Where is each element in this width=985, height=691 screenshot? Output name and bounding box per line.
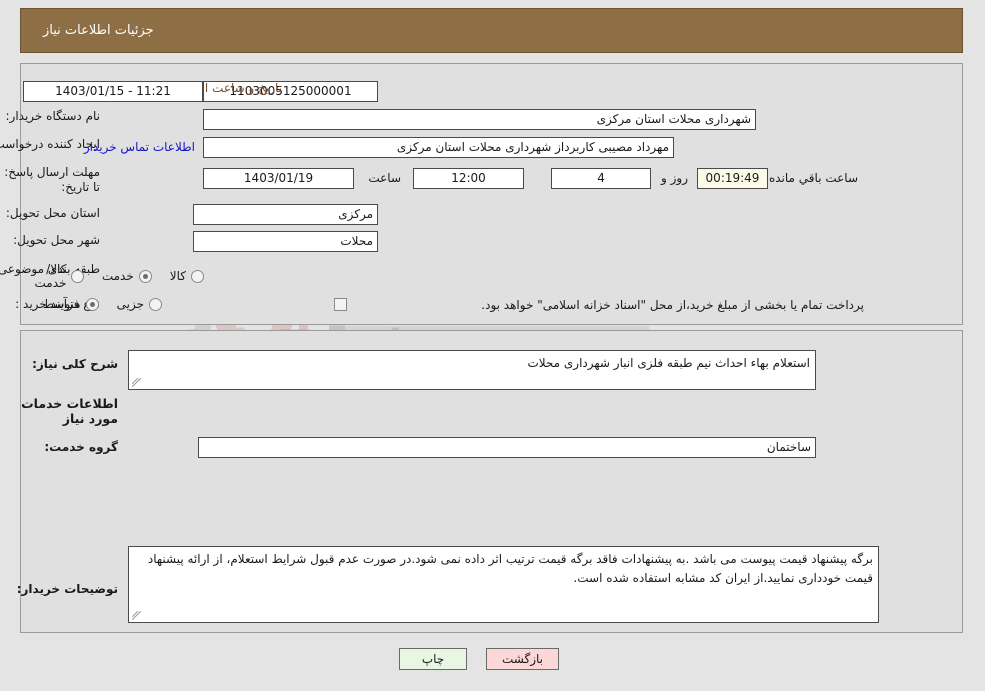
- public-announce-value: 11:21 - 1403/01/15: [24, 81, 204, 102]
- service-group-value: ساختمان: [199, 437, 817, 458]
- back-button[interactable]: بازگشت: [487, 648, 560, 670]
- radio-kala-khedmat-icon[interactable]: [72, 269, 85, 283]
- buyer-contact-link[interactable]: اطلاعات تماس خریدار: [85, 140, 196, 154]
- summary-label: شرح کلی نیاز:: [33, 357, 119, 371]
- resize-grip-icon[interactable]: [133, 378, 142, 387]
- treasury-bonds-checkbox[interactable]: [335, 298, 348, 311]
- classification-option-khedmat[interactable]: خدمت: [103, 269, 153, 283]
- treasury-bonds-label: پرداخت تمام یا بخشی از مبلغ خرید،از محل …: [482, 298, 865, 312]
- deadline-date-value: 1403/01/19: [204, 168, 355, 189]
- buyer-org-row: نام دستگاه خریدار:: [7, 109, 102, 123]
- city-row: شهر محل تحویل:: [14, 233, 101, 247]
- deadline-countdown-label: ساعت باقي مانده: [769, 171, 859, 185]
- purchase-type-option-motavaset[interactable]: متوسط: [44, 297, 100, 311]
- province-value: مرکزی: [194, 204, 379, 225]
- city-label: شهر محل تحویل:: [14, 233, 101, 247]
- city-value: محلات: [194, 231, 379, 252]
- classification-options: کالا خدمت کالا/خدمت: [0, 262, 205, 290]
- summary-value: استعلام بهاء احداث نیم طبقه فلزی انبار ش…: [528, 356, 811, 370]
- province-row: استان محل تحویل:: [7, 206, 101, 220]
- purchase-type-option-jozi[interactable]: جزیی: [118, 297, 163, 311]
- page-title: جزئیات اطلاعات نیاز: [44, 23, 155, 38]
- deadline-time-label: ساعت: [369, 171, 402, 185]
- radio-kala-icon[interactable]: [192, 269, 205, 283]
- deadline-countdown-value: 00:19:49: [698, 168, 769, 189]
- deadline-time-value: 12:00: [414, 168, 525, 189]
- page-header: جزئیات اطلاعات نیاز: [21, 8, 964, 53]
- deadline-days-label: روز و: [662, 171, 689, 185]
- classification-option-label-1: خدمت: [102, 269, 135, 283]
- buyer-notes-textarea[interactable]: برگه پیشنهاد قیمت پیوست می باشد .به پیشن…: [129, 546, 880, 623]
- classification-option-label-0: کالا: [170, 269, 187, 283]
- services-section-title: اطلاعات خدمات مورد نیاز: [22, 396, 119, 426]
- radio-jozi-icon[interactable]: [150, 297, 163, 311]
- resize-grip-icon-notes[interactable]: [133, 611, 142, 620]
- buyer-notes-label: توضیحات خریدار:: [17, 582, 119, 596]
- deadline-label: مهلت ارسال پاسخ: تا تاریخ:: [5, 165, 101, 194]
- classification-option-kala-khedmat[interactable]: کالا/خدمت: [18, 262, 85, 290]
- province-label: استان محل تحویل:: [6, 206, 101, 220]
- buyer-org-value: شهرداری محلات استان مرکزی: [204, 109, 757, 130]
- creator-value: مهرداد مصیبی کاربرداز شهرداری محلات استا…: [204, 137, 675, 158]
- radio-motavaset-icon[interactable]: [86, 297, 100, 311]
- deadline-days-value: 4: [552, 168, 652, 189]
- deadline-label-wrap: مهلت ارسال پاسخ: تا تاریخ:: [5, 165, 101, 195]
- service-group-label: گروه خدمت:: [45, 440, 119, 454]
- buyer-org-label: نام دستگاه خریدار:: [6, 109, 102, 123]
- purchase-type-option-label-1: متوسط: [43, 297, 82, 311]
- purchase-type-option-label-0: جزیی: [117, 297, 145, 311]
- purchase-type-options: جزیی متوسط: [26, 297, 163, 311]
- print-button[interactable]: چاپ: [400, 648, 468, 670]
- summary-textarea[interactable]: استعلام بهاء احداث نیم طبقه فلزی انبار ش…: [129, 350, 817, 390]
- classification-option-kala[interactable]: کالا: [171, 269, 205, 283]
- buyer-notes-value: برگه پیشنهاد قیمت پیوست می باشد .به پیشن…: [148, 552, 874, 585]
- radio-khedmat-icon[interactable]: [139, 269, 153, 283]
- classification-option-label-2: کالا/خدمت: [35, 262, 68, 290]
